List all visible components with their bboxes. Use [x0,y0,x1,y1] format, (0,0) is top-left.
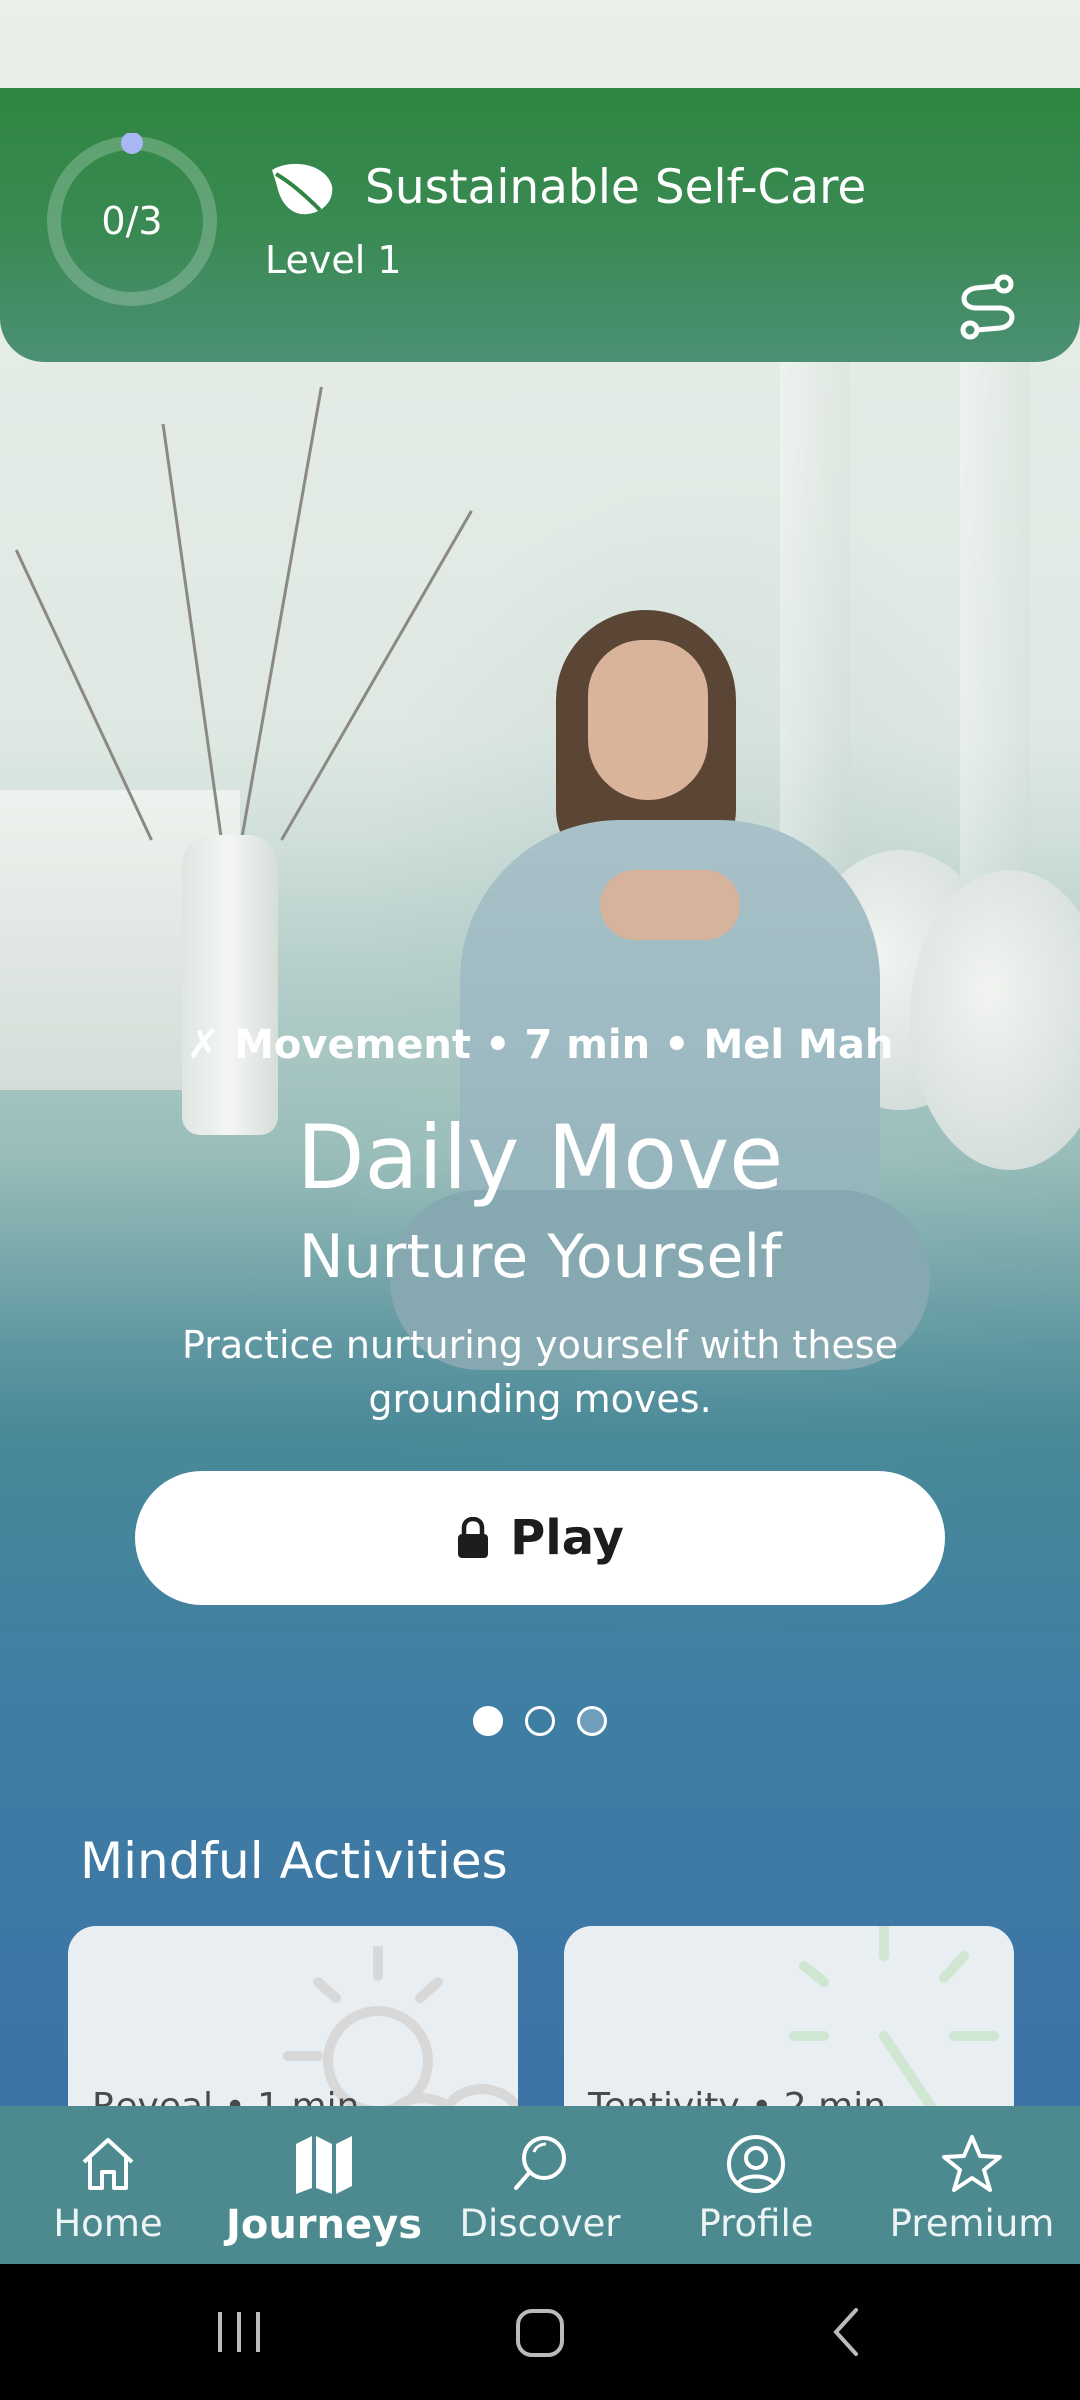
nav-label: Home [53,2202,163,2245]
journey-card[interactable]: 0/3 Sustainable Self-Care Level 1 [0,88,1080,362]
home-icon [82,2138,134,2190]
search-icon [514,2136,566,2190]
session-meta-text: Movement • 7 min • Mel Mah [234,1022,894,1068]
plant-stem [240,386,323,841]
vase [182,835,278,1135]
person-hands [600,870,740,940]
figure-icon: ✗ [186,1022,235,1068]
bottom-nav: Home Journeys Discover Profile Premium [0,2106,1080,2264]
nav-journeys[interactable]: Journeys [216,2106,432,2264]
play-label: Play [510,1510,624,1566]
journey-level: Level 1 [265,238,402,282]
plant-stem [280,510,473,841]
session-subtitle: Nurture Yourself [298,1222,782,1292]
play-button[interactable]: Play [135,1471,945,1605]
carousel-dot[interactable] [577,1706,607,1736]
session-description: Practice nurturing yourself with these g… [182,1323,898,1421]
nav-label: Profile [698,2202,814,2245]
carousel-dot[interactable] [473,1706,503,1736]
system-nav-bar [0,2264,1080,2400]
profile-icon [727,2135,785,2193]
person-face [588,640,708,800]
plant-stem [161,423,223,841]
nav-label: Journeys [225,2202,423,2248]
lock-icon [458,1517,489,1558]
recent-apps-icon[interactable] [214,2304,264,2360]
session-title: Daily Move [296,1106,784,1209]
session-meta: ✗ Movement • 7 min • Mel Mah [0,1022,1080,1068]
carousel-dots [0,1706,1080,1736]
star-icon [942,2135,1002,2192]
progress-text: 0/3 [101,199,163,243]
leaf-icon [272,163,333,215]
journey-title: Sustainable Self-Care [365,160,867,215]
back-icon[interactable] [826,2304,866,2360]
section-title: Mindful Activities [80,1832,508,1890]
nav-profile[interactable]: Profile [648,2106,864,2264]
nav-label: Premium [889,2202,1055,2245]
carousel-dot[interactable] [525,1706,555,1736]
nav-home[interactable]: Home [0,2106,216,2264]
nav-premium[interactable]: Premium [864,2106,1080,2264]
nav-label: Discover [459,2202,621,2245]
path-icon[interactable] [960,274,1016,340]
nav-discover[interactable]: Discover [432,2106,648,2264]
map-icon [296,2136,352,2194]
home-button-icon[interactable] [514,2304,566,2360]
